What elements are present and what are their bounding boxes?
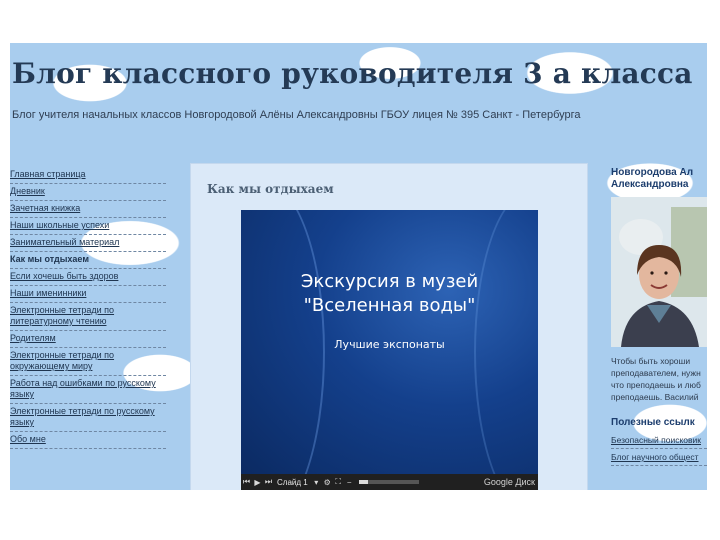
sidebar-item-record-book[interactable]: Зачетная книжка <box>10 201 166 218</box>
blog-description: Блог учителя начальных классов Новгородо… <box>12 109 581 121</box>
quote-line: преподавателем, нужн <box>611 368 701 378</box>
slide-subtitle: Лучшие экспонаты <box>334 338 445 351</box>
presentation-slide[interactable]: Экскурсия в музей "Вселенная воды" Лучши… <box>241 210 538 474</box>
post: Как мы отдыхаем Экскурсия в музей "Вселе… <box>190 163 588 490</box>
sidebar-item-birthdays[interactable]: Наши именинники <box>10 286 166 303</box>
quote-line: что преподаешь и люб <box>611 380 701 390</box>
useful-links-title: Полезные ссылк <box>611 417 695 428</box>
play-icon[interactable]: ▶ <box>252 478 263 487</box>
sidebar-item-home[interactable]: Главная страница <box>10 167 166 184</box>
post-title[interactable]: Как мы отдыхаем <box>207 182 334 196</box>
blog-title[interactable]: Блог классного руководителя 3 а класса <box>12 57 693 90</box>
author-name-line: Александровна <box>611 179 689 190</box>
sidebar-right: Новгородова Ал Александровна Чтобы быть … <box>611 167 707 466</box>
sidebar-item-fun-material[interactable]: Занимательный материал <box>10 235 166 252</box>
author-name[interactable]: Новгородова Ал Александровна <box>611 167 707 191</box>
avatar-photo-icon <box>611 197 707 347</box>
google-disk-logo[interactable]: Google Диск <box>484 477 535 487</box>
sidebar-item-reading-workbooks[interactable]: Электронные тетради по литературному чте… <box>10 303 166 331</box>
skip-back-icon[interactable]: ⏮ <box>241 477 252 487</box>
player-controls: ⏮ ▶ ⏭ Слайд 1 ▾ ⚙ ⛶ − Google Диск <box>241 474 538 490</box>
presentation-embed[interactable]: Экскурсия в музей "Вселенная воды" Лучши… <box>241 210 538 490</box>
slide-title: Экскурсия в музей "Вселенная воды" <box>241 270 538 318</box>
useful-link[interactable]: Блог научного общест <box>611 449 707 466</box>
progress-fill <box>358 480 368 484</box>
chevron-down-icon[interactable]: ▾ <box>311 478 322 487</box>
author-quote: Чтобы быть хороши преподавателем, нужн ч… <box>611 355 707 403</box>
useful-link[interactable]: Безопасный поисковик <box>611 432 707 449</box>
sidebar-item-world-workbooks[interactable]: Электронные тетради по окружающему миру <box>10 348 166 376</box>
slide-title-line: Экскурсия в музей <box>300 271 479 292</box>
minus-icon[interactable]: − <box>344 478 355 487</box>
progress-bar[interactable] <box>358 480 419 484</box>
quote-line: Чтобы быть хороши <box>611 356 691 366</box>
author-name-line: Новгородова Ал <box>611 167 694 178</box>
gear-icon[interactable]: ⚙ <box>322 478 333 487</box>
fullscreen-icon[interactable]: ⛶ <box>333 477 344 487</box>
sidebar-item-how-we-rest[interactable]: Как мы отдыхаем <box>10 252 166 269</box>
sidebar-left: Главная страница Дневник Зачетная книжка… <box>10 167 166 449</box>
slide-selector[interactable]: Слайд 1 <box>277 478 308 487</box>
sidebar-item-school-success[interactable]: Наши школьные успехи <box>10 218 166 235</box>
avatar[interactable] <box>611 197 707 347</box>
skip-forward-icon[interactable]: ⏭ <box>263 477 274 487</box>
sidebar-item-russian-workbooks[interactable]: Электронные тетради по русскому языку <box>10 404 166 432</box>
sidebar-item-about-me[interactable]: Обо мне <box>10 432 166 449</box>
sidebar-item-health[interactable]: Если хочешь быть здоров <box>10 269 166 286</box>
sidebar-item-diary[interactable]: Дневник <box>10 184 166 201</box>
sidebar-item-parents[interactable]: Родителям <box>10 331 166 348</box>
quote-line: преподаешь. Василий <box>611 392 699 402</box>
blog-page: Блог классного руководителя 3 а класса Б… <box>10 43 707 490</box>
slide-title-line: "Вселенная воды" <box>303 295 476 316</box>
sidebar-item-russian-mistakes[interactable]: Работа над ошибками по русскому языку <box>10 376 166 404</box>
